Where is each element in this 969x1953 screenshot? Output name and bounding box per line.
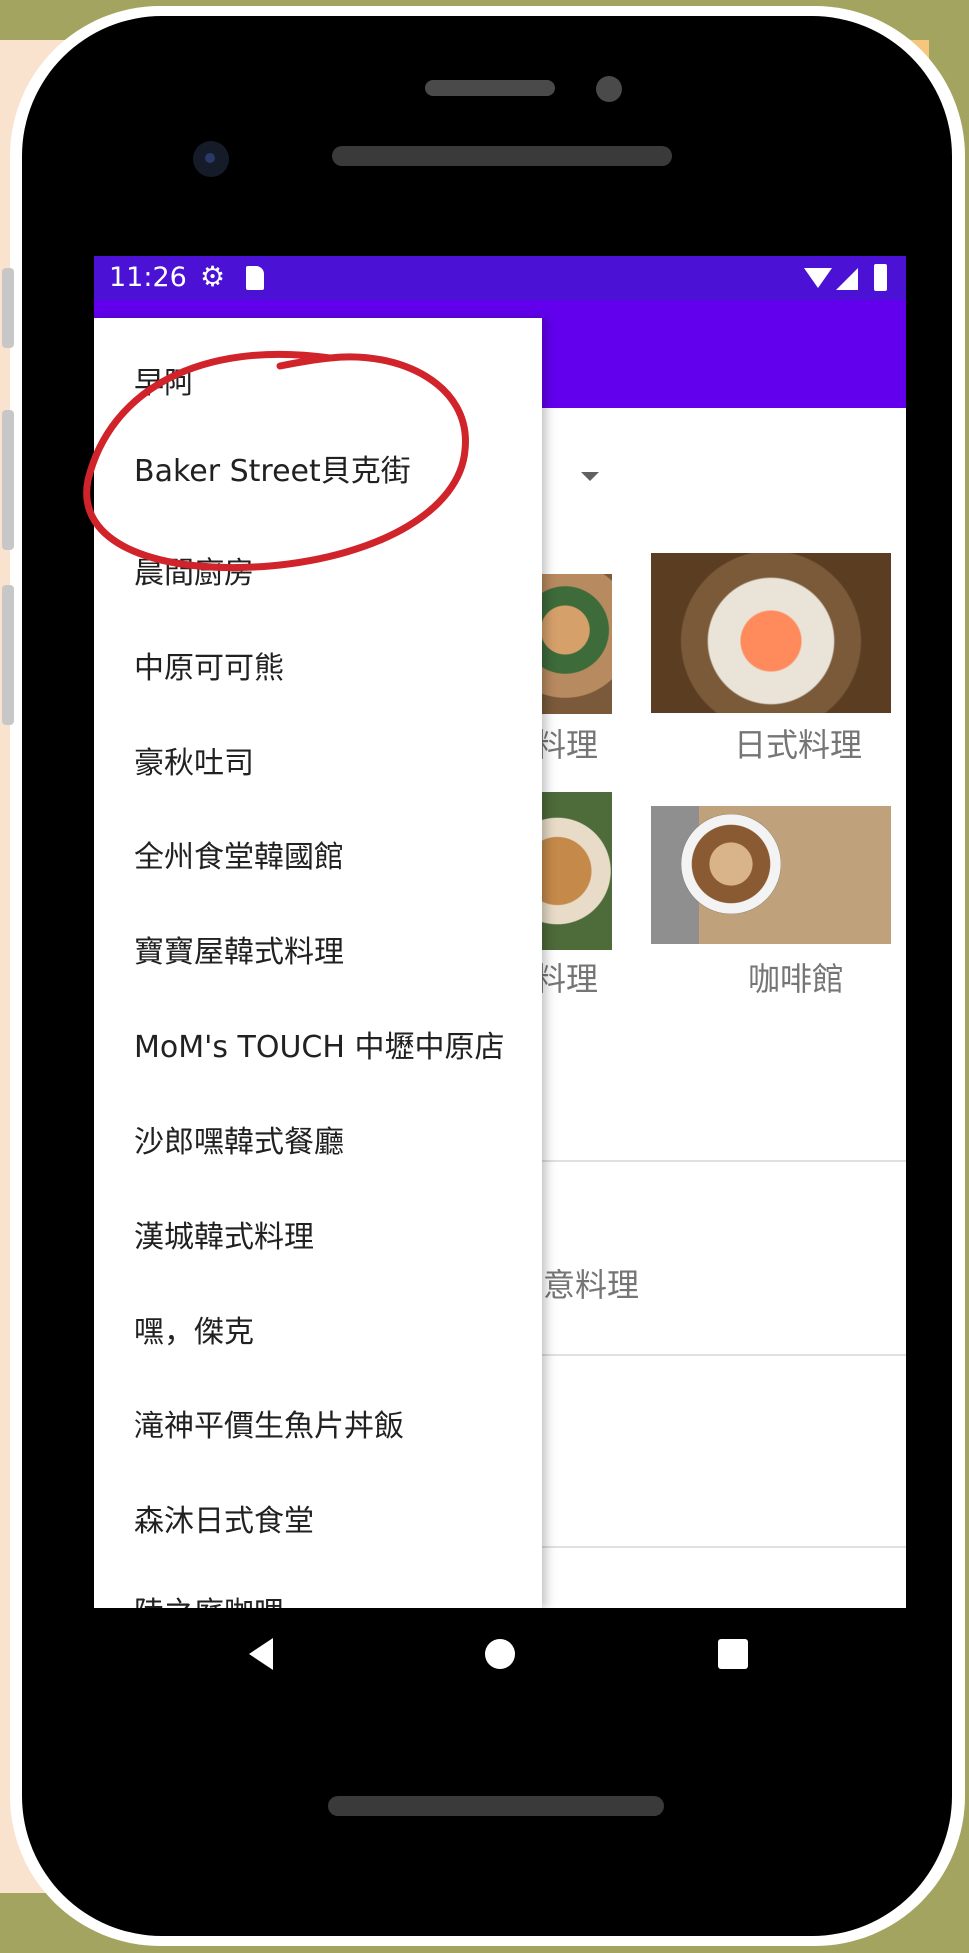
category-japanese-image[interactable] (651, 553, 891, 713)
drawer-item[interactable]: 森沐日式食堂 (134, 1496, 314, 1540)
category-korean-image[interactable] (534, 574, 612, 714)
drawer-item[interactable]: MoM's TOUCH 中壢中原店 (134, 1022, 504, 1066)
category-japanese-label: 日式料理 (734, 726, 863, 764)
recent-apps-icon[interactable] (718, 1639, 748, 1669)
status-time: 11:26 (109, 262, 187, 293)
drawer-item[interactable]: 寶寶屋韓式料理 (134, 927, 344, 971)
speaker-grille-bottom (328, 1796, 664, 1816)
divider (534, 1160, 906, 1162)
coffee-cup-icon (681, 814, 781, 914)
signal-icon (836, 268, 858, 290)
category-cafe-image[interactable] (651, 806, 891, 944)
drawer-item[interactable]: 沙郎嘿韓式餐廳 (134, 1117, 344, 1161)
system-nav-bar (94, 1608, 906, 1698)
drawer-item[interactable]: 中原可可熊 (134, 643, 284, 687)
category-pasta-label: 料理 (534, 960, 599, 998)
speaker-grille-top (332, 146, 672, 166)
battery-icon (874, 264, 887, 291)
phone-side-button-low (2, 585, 14, 725)
drawer-item[interactable]: 全州食堂韓國館 (134, 832, 344, 876)
annotation-stroke (83, 350, 469, 572)
category-pasta-image[interactable] (534, 792, 612, 950)
drawer-item[interactable]: 陸之庭咖哩 (134, 1588, 284, 1608)
earpiece-slot (425, 80, 555, 96)
status-bar: 11:26 ⚙ (94, 256, 906, 300)
divider (534, 1354, 906, 1356)
home-icon[interactable] (485, 1639, 515, 1669)
drawer-item[interactable]: 滝神平價生魚片丼飯 (134, 1401, 404, 1445)
proximity-sensor (596, 76, 622, 102)
gear-icon: ⚙ (200, 260, 226, 293)
front-camera-icon (193, 141, 229, 177)
sd-card-icon (246, 266, 264, 290)
drawer-item[interactable]: 豪秋吐司 (134, 738, 254, 782)
drawer-item[interactable]: 嘿，傑克 (134, 1307, 254, 1351)
back-icon[interactable] (249, 1638, 273, 1670)
category-cafe-label: 咖啡館 (748, 960, 845, 998)
category-korean-label: 料理 (534, 726, 599, 764)
phone-side-button-mid (2, 410, 14, 550)
drawer-item[interactable]: 漢城韓式料理 (134, 1212, 314, 1256)
dropdown-arrow-icon[interactable] (581, 472, 599, 481)
divider (534, 1546, 906, 1548)
highlight-circle-annotation (83, 350, 469, 572)
category-italian-label[interactable]: 意料理 (543, 1260, 639, 1306)
wifi-icon (804, 268, 832, 288)
phone-side-button-top (2, 268, 14, 348)
